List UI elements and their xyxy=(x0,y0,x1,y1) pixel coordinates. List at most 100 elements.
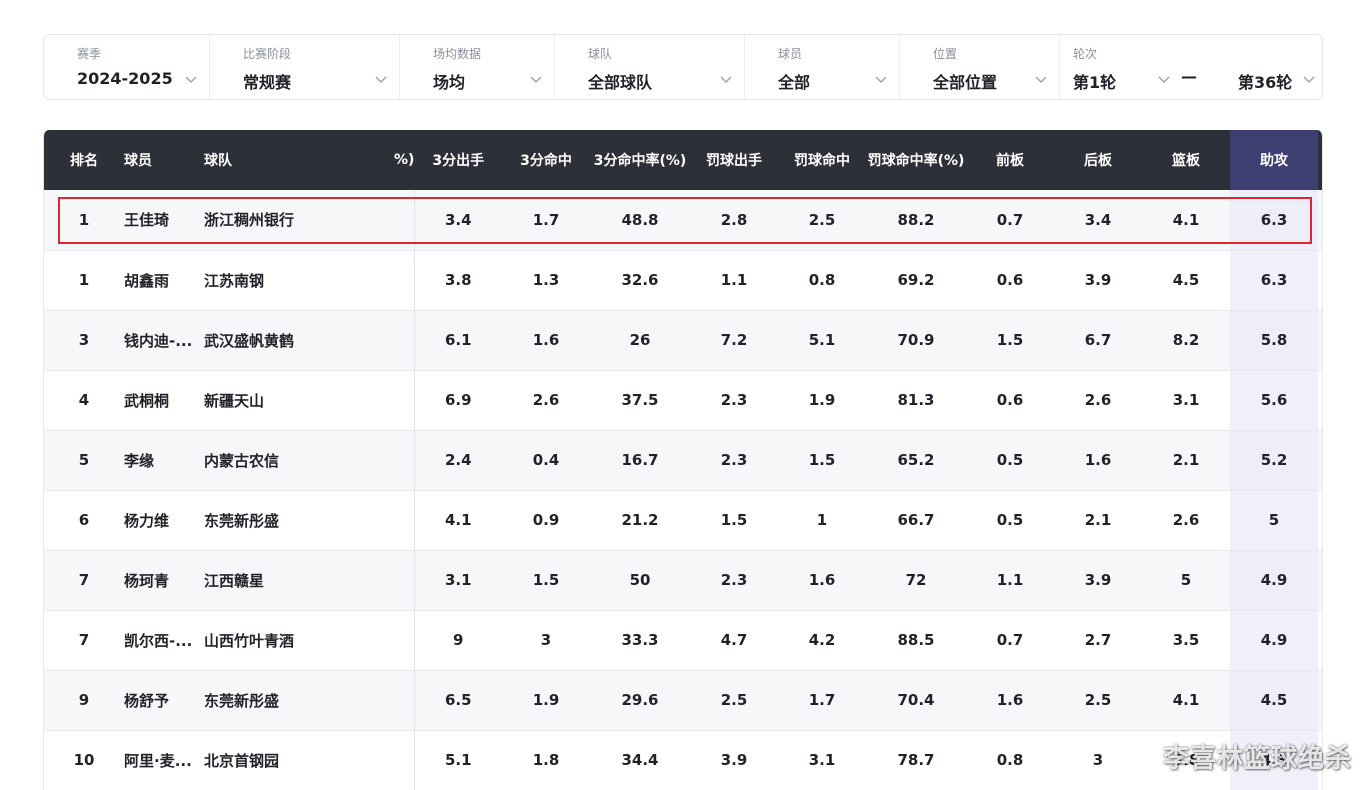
cell-team[interactable]: 东莞新彤盛 xyxy=(204,670,394,730)
stat-type-filter-label: 场均数据 xyxy=(433,47,482,61)
table-row[interactable]: 4 武桐桐 新疆天山 6.9 2.6 37.5 2.3 1.9 81.3 0.6 2.6 3.1 5.6 xyxy=(44,370,1322,430)
round-from-select[interactable]: 第1轮 xyxy=(1073,69,1116,93)
cell-player[interactable]: 杨珂青 xyxy=(124,550,204,610)
cell-ft-att: 2.3 xyxy=(720,451,748,469)
round-range-dash: — xyxy=(1181,67,1197,86)
col-header-assist[interactable]: 助攻 xyxy=(1230,130,1318,190)
cell-team[interactable]: 新疆天山 xyxy=(204,370,394,430)
cell-dreb: 2.1 xyxy=(1084,511,1112,529)
stat-type-filter[interactable]: 场均数据 场均 xyxy=(400,35,555,99)
cell-three-att: 5.1 xyxy=(444,751,472,769)
cell-player[interactable]: 杨舒予 xyxy=(124,670,204,730)
cell-oreb: 1.1 xyxy=(996,571,1024,589)
stats-table: 排名 球员 球队 %) 3分出手 3分命中 3分命中率(%) 罚球出手 罚球命中… xyxy=(44,130,1322,790)
cell-player[interactable]: 武桐桐 xyxy=(124,370,204,430)
cell-ft-pct: 66.7 xyxy=(897,511,935,529)
season-filter[interactable]: 赛季 2024-2025 xyxy=(44,35,210,99)
col-header-team[interactable]: 球队 xyxy=(204,130,394,190)
stage-filter-value: 常规赛 xyxy=(243,73,292,92)
cell-reb: 2.1 xyxy=(1172,451,1200,469)
cell-ft-made: 1 xyxy=(816,511,828,529)
cell-player[interactable]: 凯尔西-... xyxy=(124,610,204,670)
col-header-reb[interactable]: 篮板 xyxy=(1142,130,1230,190)
table-row[interactable]: 3 钱内迪-... 武汉盛帆黄鹤 6.1 1.6 26 7.2 5.1 70.9 1.5 6.7 8.… xyxy=(44,310,1322,370)
col-header-ft-pct[interactable]: 罚球命中率(%) xyxy=(866,130,966,190)
cell-team[interactable]: 江苏南钢 xyxy=(204,250,394,310)
cell-player[interactable]: 李缘 xyxy=(124,430,204,490)
cell-spacer xyxy=(1318,430,1322,490)
table-row[interactable]: 1 胡鑫雨 江苏南钢 3.8 1.3 32.6 1.1 0.8 69.2 0.6 3.9 4.5 6.3 xyxy=(44,250,1322,310)
chevron-down-icon[interactable] xyxy=(1157,72,1171,86)
table-row[interactable]: 10 阿里·麦... 北京首钢园 5.1 1.8 34.4 3.9 3.1 78.7 0.8 3 3.… xyxy=(44,730,1322,790)
cell-ft-pct: 72 xyxy=(905,571,927,589)
chevron-down-icon xyxy=(375,76,387,83)
cell-team[interactable]: 武汉盛帆黄鹤 xyxy=(204,310,394,370)
col-header-three-att[interactable]: 3分出手 xyxy=(414,130,502,190)
cell-rank: 1 xyxy=(78,271,90,289)
round-to-select[interactable]: 第36轮 xyxy=(1238,69,1292,93)
table-row[interactable]: 5 李缘 内蒙古农信 2.4 0.4 16.7 2.3 1.5 65.2 0.5 1.6 2.1 5.2 xyxy=(44,430,1322,490)
cell-player[interactable]: 钱内迪-... xyxy=(124,310,204,370)
cell-ft-made: 1.9 xyxy=(808,391,836,409)
cell-rank: 7 xyxy=(78,571,90,589)
cell-three-pct: 32.6 xyxy=(621,271,659,289)
stage-filter[interactable]: 比赛阶段 常规赛 xyxy=(210,35,400,99)
cell-ft-made: 5.1 xyxy=(808,331,836,349)
cell-three-att: 3.1 xyxy=(444,571,472,589)
col-header-ft-made[interactable]: 罚球命中 xyxy=(778,130,866,190)
cell-three-pct: 26 xyxy=(629,331,651,349)
col-header-dreb[interactable]: 后板 xyxy=(1054,130,1142,190)
table-row[interactable]: 7 杨珂青 江西赣星 3.1 1.5 50 2.3 1.6 72 1.1 3.9 5 4.9 xyxy=(44,550,1322,610)
cell-ft-att: 2.8 xyxy=(720,210,748,229)
cell-oreb: 0.7 xyxy=(996,631,1024,649)
cell-spacer xyxy=(1318,190,1322,250)
cell-ft-att: 7.2 xyxy=(720,331,748,349)
player-filter-label: 球员 xyxy=(778,47,803,61)
filter-bar: 赛季 2024-2025 比赛阶段 常规赛 场均数据 场均 球队 全部球队 球员… xyxy=(43,34,1323,100)
cell-dreb: 3 xyxy=(1092,751,1104,769)
cell-team[interactable]: 东莞新彤盛 xyxy=(204,490,394,550)
cell-spacer xyxy=(394,370,415,430)
cell-spacer xyxy=(394,730,415,790)
cell-three-att: 2.4 xyxy=(444,451,472,469)
table-row[interactable]: 6 杨力维 东莞新彤盛 4.1 0.9 21.2 1.5 1 66.7 0.5 2.1 2.6 5 xyxy=(44,490,1322,550)
stats-table-container[interactable]: 排名 球员 球队 %) 3分出手 3分命中 3分命中率(%) 罚球出手 罚球命中… xyxy=(43,130,1323,790)
cell-team[interactable]: 内蒙古农信 xyxy=(204,430,394,490)
cell-player[interactable]: 胡鑫雨 xyxy=(124,250,204,310)
cell-spacer xyxy=(394,610,415,670)
col-header-three-pct[interactable]: 3分命中率(%) xyxy=(590,130,690,190)
cell-dreb: 6.7 xyxy=(1084,331,1112,349)
position-filter[interactable]: 位置 全部位置 xyxy=(900,35,1060,99)
cell-ft-pct: 88.5 xyxy=(897,631,935,649)
table-row[interactable]: 7 凯尔西-... 山西竹叶青酒 9 3 33.3 4.7 4.2 88.5 0.7 2.7 3.5 4… xyxy=(44,610,1322,670)
table-header-row: 排名 球员 球队 %) 3分出手 3分命中 3分命中率(%) 罚球出手 罚球命中… xyxy=(44,130,1322,190)
col-header-ft-att[interactable]: 罚球出手 xyxy=(690,130,778,190)
col-header-three-made[interactable]: 3分命中 xyxy=(502,130,590,190)
cell-ft-att: 2.3 xyxy=(720,571,748,589)
col-header-rank[interactable]: 排名 xyxy=(44,130,124,190)
cell-reb: 4.1 xyxy=(1172,210,1200,229)
team-filter[interactable]: 球队 全部球队 xyxy=(555,35,745,99)
chevron-down-icon[interactable] xyxy=(1302,72,1316,86)
col-header-player[interactable]: 球员 xyxy=(124,130,204,190)
cell-team[interactable]: 浙江稠州银行 xyxy=(204,190,394,250)
cell-team[interactable]: 山西竹叶青酒 xyxy=(204,610,394,670)
cell-three-pct: 50 xyxy=(629,571,651,589)
table-row[interactable]: 9 杨舒予 东莞新彤盛 6.5 1.9 29.6 2.5 1.7 70.4 1.6 2.5 4.1 4.… xyxy=(44,670,1322,730)
cell-team[interactable]: 北京首钢园 xyxy=(204,730,394,790)
table-row[interactable]: 1 王佳琦 浙江稠州银行 3.4 1.7 48.8 2.8 2.5 88.2 0.7 3.4 4.1 6… xyxy=(44,190,1322,250)
cell-player[interactable]: 杨力维 xyxy=(124,490,204,550)
cell-team[interactable]: 江西赣星 xyxy=(204,550,394,610)
season-filter-label: 赛季 xyxy=(77,47,102,61)
col-header-oreb[interactable]: 前板 xyxy=(966,130,1054,190)
player-filter[interactable]: 球员 全部 xyxy=(745,35,900,99)
cell-three-pct: 21.2 xyxy=(621,511,659,529)
cell-three-att: 4.1 xyxy=(444,511,472,529)
cell-ft-pct: 65.2 xyxy=(897,451,935,469)
cell-player[interactable]: 王佳琦 xyxy=(124,190,204,250)
position-filter-label: 位置 xyxy=(933,47,958,61)
chevron-down-icon xyxy=(530,76,542,83)
cell-player[interactable]: 阿里·麦... xyxy=(124,730,204,790)
cell-ft-att: 2.5 xyxy=(720,691,748,709)
cell-reb: 4.5 xyxy=(1172,271,1200,289)
